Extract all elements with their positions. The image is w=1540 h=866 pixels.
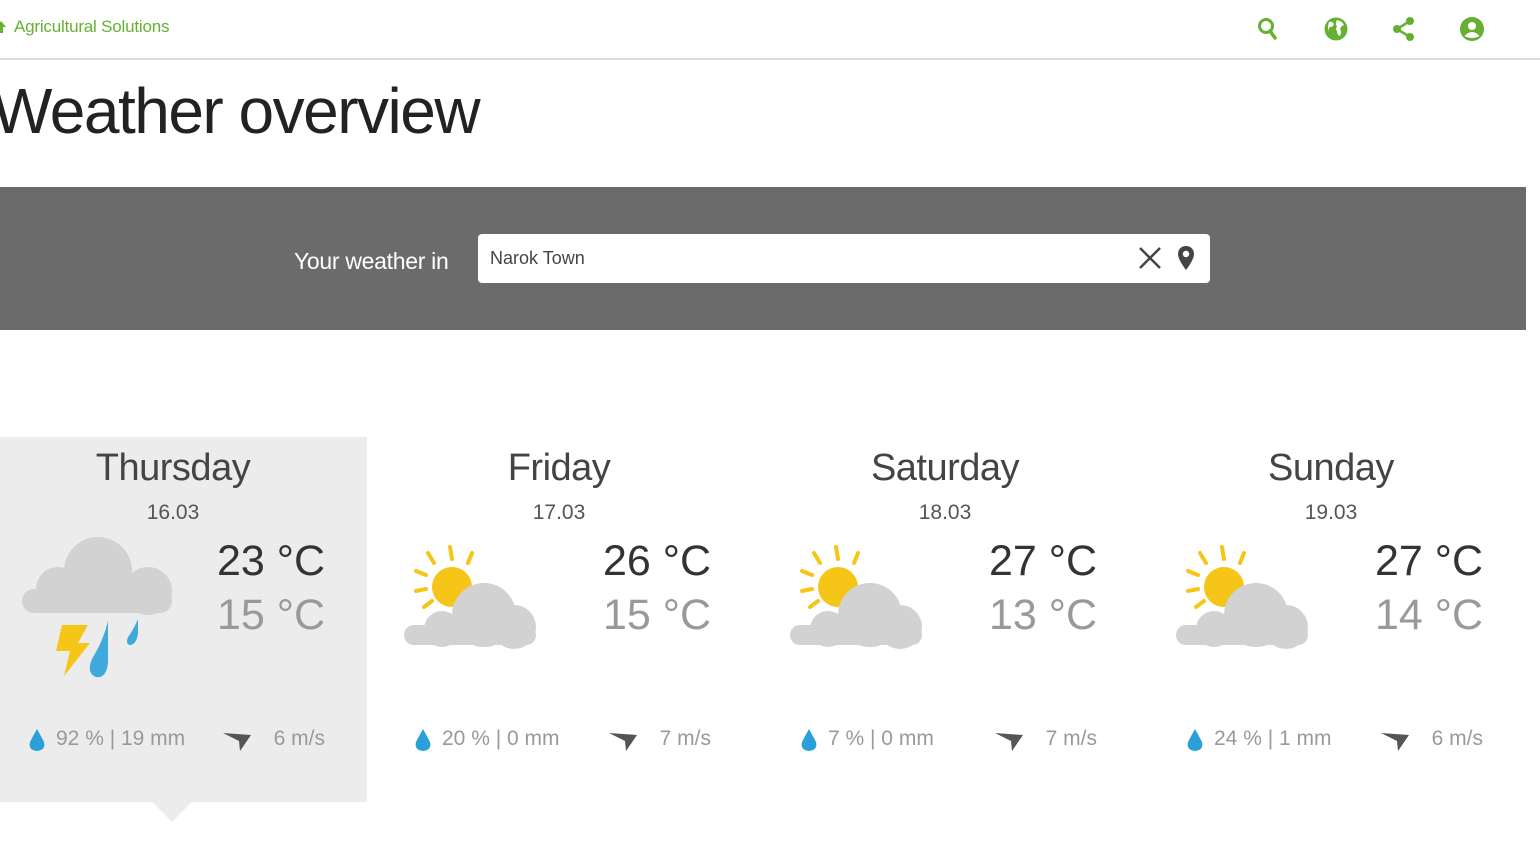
wind-speed: 7 m/s: [659, 727, 711, 750]
temp-min: 15 °C: [216, 591, 325, 639]
forecast-list: Thursday 16.03 23 °C 15 °C 92 % | 19 mm: [0, 437, 1540, 822]
temp-min: 14 °C: [1374, 591, 1483, 639]
top-icons: [1234, 14, 1506, 44]
raindrop-icon: [29, 729, 45, 751]
location-search-box: [478, 234, 1210, 283]
location-input[interactable]: [490, 244, 1110, 272]
map-pin-icon: [1178, 246, 1194, 270]
temp-max: 27 °C: [1374, 537, 1483, 585]
precipitation: 24 % | 1 mm: [1186, 722, 1386, 756]
wind-direction-icon: [994, 733, 1023, 751]
globe-icon: [1324, 17, 1348, 41]
day-date: 16.03: [146, 501, 200, 524]
language-button[interactable]: [1302, 14, 1370, 44]
day-card-friday[interactable]: Friday 17.03 26 °C 15 °C 20 % | 0 mm 7 m…: [386, 437, 753, 802]
wind-speed: 7 m/s: [1045, 727, 1097, 750]
precipitation-value: 24 % | 1 mm: [1214, 727, 1332, 750]
raindrop-icon: [415, 729, 431, 751]
brand-label: Agricultural Solutions: [14, 17, 170, 36]
page-title: Weather overview: [0, 75, 481, 147]
share-icon: [1393, 17, 1414, 41]
partly-sunny-icon: [1176, 545, 1308, 649]
partly-sunny-icon: [404, 545, 536, 649]
raindrop-icon: [1187, 729, 1203, 751]
search-button[interactable]: [1234, 14, 1302, 44]
precipitation-value: 7 % | 0 mm: [828, 727, 934, 750]
day-name: Saturday: [870, 447, 1020, 489]
temp-min: 15 °C: [602, 591, 711, 639]
day-date: 19.03: [1304, 501, 1358, 524]
day-name: Sunday: [1268, 447, 1394, 489]
temp-max: 23 °C: [216, 537, 325, 585]
wind-direction-icon: [608, 733, 637, 751]
top-bar: Agricultural Solutions: [0, 0, 1540, 60]
day-name: Friday: [507, 447, 611, 489]
search-label: Your weather in: [294, 248, 449, 274]
user-icon: [1460, 17, 1484, 41]
day-card-saturday[interactable]: Saturday 18.03 27 °C 13 °C 7 % | 0 mm 7 …: [772, 437, 1139, 802]
precipitation-value: 20 % | 0 mm: [442, 727, 560, 750]
home-icon: [0, 21, 6, 33]
wind: 7 m/s: [994, 725, 1097, 753]
thunderstorm-rain-icon: [22, 537, 172, 678]
home-link[interactable]: Agricultural Solutions: [0, 17, 169, 37]
day-date: 17.03: [532, 501, 586, 524]
locate-me-button[interactable]: [1174, 244, 1198, 272]
precipitation: 7 % | 0 mm: [800, 722, 1000, 756]
clear-location-button[interactable]: [1136, 244, 1164, 272]
precipitation: 20 % | 0 mm: [414, 722, 614, 756]
share-button[interactable]: [1370, 14, 1438, 44]
close-icon: [1139, 247, 1161, 269]
wind-speed: 6 m/s: [1431, 727, 1483, 750]
search-icon: [1258, 18, 1277, 40]
location-search-band: Your weather in: [0, 187, 1526, 330]
temp-min: 13 °C: [988, 591, 1097, 639]
precipitation-value: 92 % | 19 mm: [56, 727, 186, 750]
day-card-sunday[interactable]: Sunday 19.03 27 °C 14 °C 24 % | 1 mm 6 m…: [1158, 437, 1525, 802]
account-button[interactable]: [1438, 14, 1506, 44]
wind: 6 m/s: [1380, 725, 1483, 753]
wind: 7 m/s: [608, 725, 711, 753]
wind-direction-icon: [222, 733, 251, 751]
day-card-thursday[interactable]: Thursday 16.03 23 °C 15 °C 92 % | 19 mm: [0, 437, 367, 822]
wind: 6 m/s: [222, 725, 325, 753]
wind-direction-icon: [1380, 733, 1409, 751]
precipitation: 92 % | 19 mm: [28, 722, 188, 756]
temp-max: 27 °C: [988, 537, 1097, 585]
wind-speed: 6 m/s: [273, 727, 325, 750]
raindrop-icon: [801, 729, 817, 751]
day-date: 18.03: [918, 501, 972, 524]
partly-sunny-icon: [790, 545, 922, 649]
temp-max: 26 °C: [602, 537, 711, 585]
day-name: Thursday: [95, 447, 251, 489]
